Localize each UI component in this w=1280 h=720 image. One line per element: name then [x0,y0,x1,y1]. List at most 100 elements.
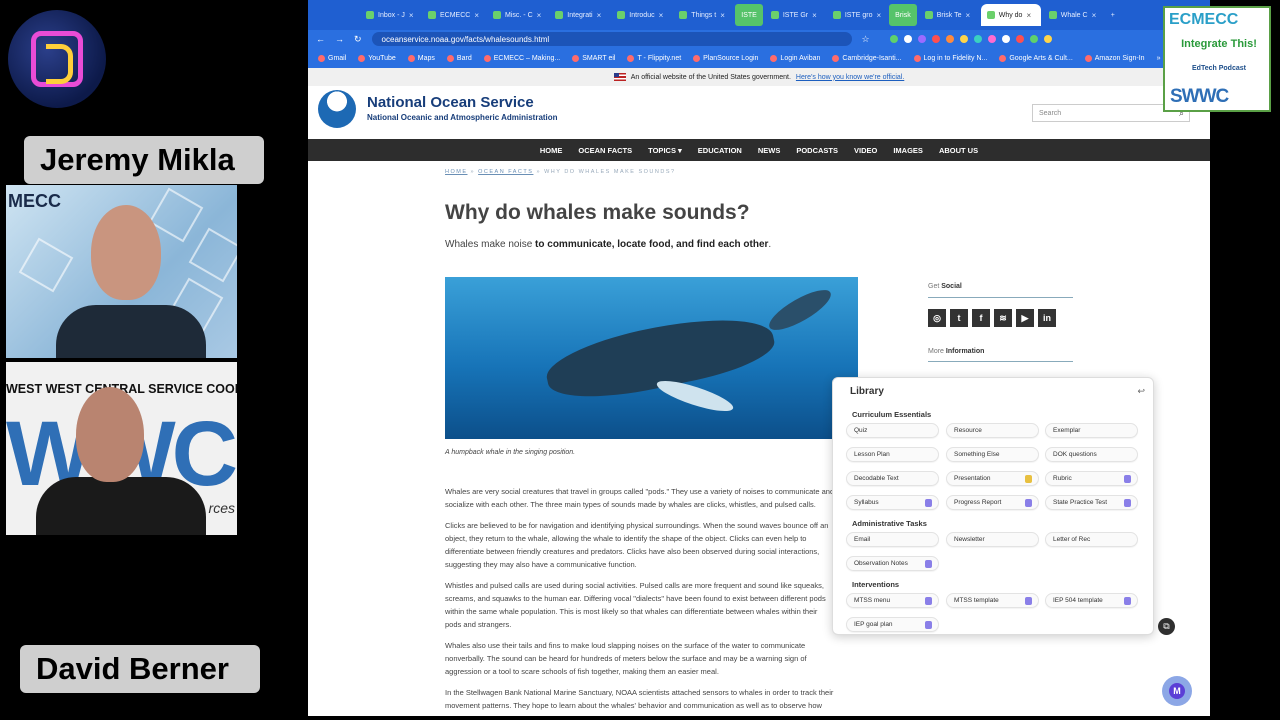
breadcrumb-ocean-facts[interactable]: OCEAN FACTS [478,169,533,175]
nav-item[interactable]: PODCASTS [796,146,838,155]
screenshot-icon[interactable]: ⧉ [1158,618,1175,635]
instagram-icon[interactable]: ◎ [928,309,946,327]
noaa-logo[interactable] [318,90,356,128]
nav-item[interactable]: IMAGES [893,146,923,155]
library-item[interactable]: MTSS template [946,593,1039,608]
bookmarks-overflow-button[interactable]: » [1157,55,1161,62]
library-item[interactable]: Lesson Plan [846,447,939,462]
bookmark-item[interactable]: PlanSource Login [693,54,758,62]
extension-icon[interactable] [889,35,898,43]
library-item[interactable]: MTSS menu [846,593,939,608]
library-item[interactable]: Letter of Rec [1045,532,1138,547]
gov-banner-link[interactable]: Here's how you know we're official. [796,74,904,81]
bookmark-item[interactable]: T - Flippity.net [627,54,681,62]
rss-icon[interactable]: ≋ [994,309,1012,327]
library-item[interactable]: Quiz [846,423,939,438]
tab-close-icon[interactable]: × [876,11,881,20]
linkedin-icon[interactable]: in [1038,309,1056,327]
extension-icon[interactable] [903,35,912,43]
library-item[interactable]: DOK questions [1045,447,1138,462]
bookmark-item[interactable]: Gmail [318,54,346,62]
bookmark-item[interactable]: YouTube [358,54,396,62]
browser-tab[interactable]: Misc. - C × [487,4,547,26]
library-item[interactable]: IEP goal plan [846,617,939,632]
tab-close-icon[interactable]: × [966,11,971,20]
bookmark-item[interactable]: Log in to Fidelity N... [913,54,987,62]
nav-item[interactable]: NEWS [758,146,781,155]
extension-icon[interactable] [1001,35,1010,43]
library-item[interactable]: Decodable Text [846,471,939,486]
browser-tab[interactable]: ISTE Gr × [765,4,825,26]
browser-tab[interactable]: Introduc × [611,4,671,26]
tab-close-icon[interactable]: × [1092,11,1097,20]
youtube-icon[interactable]: ▶ [1016,309,1034,327]
extension-icon[interactable] [987,35,996,43]
extension-icon[interactable] [1015,35,1024,43]
library-item[interactable]: Syllabus [846,495,939,510]
back-icon[interactable]: ← [316,34,325,44]
tab-close-icon[interactable]: × [812,11,817,20]
bookmark-item[interactable]: Login Aviban [770,54,820,62]
tab-close-icon[interactable]: × [659,11,664,20]
library-item[interactable]: Newsletter [946,532,1039,547]
browser-tab[interactable]: ECMECC × [422,4,485,26]
extension-icon[interactable] [917,35,926,43]
extension-icon[interactable] [1029,35,1038,43]
library-item[interactable]: State Practice Test [1045,495,1138,510]
brisk-button[interactable]: M [1162,676,1192,706]
tab-close-icon[interactable]: × [597,11,602,20]
library-item[interactable]: Observation Notes [846,556,939,571]
browser-tab[interactable]: Brisk [889,4,917,26]
tab-close-icon[interactable]: × [474,11,479,20]
bookmark-item[interactable]: SMART eil [572,54,615,62]
bookmark-item[interactable]: Cambridge-Isanti... [832,54,902,62]
library-item[interactable]: Presentation [946,471,1039,486]
reload-icon[interactable]: ↻ [354,34,362,45]
browser-tab[interactable]: Why do × [980,4,1041,26]
extension-icon[interactable] [931,35,940,43]
extension-icon[interactable] [1043,35,1052,43]
browser-tab[interactable]: ISTE [735,4,763,26]
forward-icon[interactable]: → [335,34,344,44]
extension-icon[interactable] [945,35,954,43]
bookmark-star-icon[interactable]: ☆ [862,34,870,45]
library-item[interactable]: IEP 504 template [1045,593,1138,608]
bookmark-item[interactable]: Bard [446,54,472,62]
new-tab-button[interactable]: + [1105,4,1165,26]
nav-item[interactable]: EDUCATION [698,146,742,155]
breadcrumb-home[interactable]: HOME [445,169,468,175]
nav-item[interactable]: HOME [540,146,563,155]
tab-close-icon[interactable]: × [1026,11,1031,20]
library-back-icon[interactable]: ↩ [1137,386,1145,397]
extension-icon[interactable] [959,35,968,43]
tab-close-icon[interactable]: × [537,11,542,20]
library-item[interactable]: Exemplar [1045,423,1138,438]
browser-tab[interactable]: Things t × [673,4,733,26]
library-item[interactable]: Email [846,532,939,547]
bookmark-item[interactable]: Google Arts & Cult... [999,54,1073,62]
site-title[interactable]: National Ocean Service [367,94,534,111]
browser-tab[interactable]: ISTE gro × [827,4,887,26]
facebook-icon[interactable]: f [972,309,990,327]
bookmark-item[interactable]: Maps [407,54,435,62]
extension-icon[interactable] [973,35,982,43]
nav-item[interactable]: OCEAN FACTS [578,146,632,155]
browser-tab[interactable]: Inbox - J × [360,4,420,26]
tab-close-icon[interactable]: × [409,11,414,20]
browser-tab[interactable]: Brisk Te × [919,4,979,26]
library-item[interactable]: Resource [946,423,1039,438]
tab-close-icon[interactable]: × [720,11,725,20]
library-item[interactable]: Rubric [1045,471,1138,486]
browser-tab[interactable]: Whale C × [1043,4,1103,26]
browser-tab[interactable]: Integrati × [549,4,609,26]
nav-item[interactable]: VIDEO [854,146,877,155]
presenter-name-tag: Jeremy Mikla [24,136,264,184]
library-item[interactable]: Progress Report [946,495,1039,510]
twitter-icon[interactable]: t [950,309,968,327]
nav-item[interactable]: TOPICS ▾ [648,146,682,155]
library-item[interactable]: Something Else [946,447,1039,462]
url-bar[interactable]: oceanservice.noaa.gov/facts/whalesounds.… [371,32,852,46]
bookmark-item[interactable]: ECMECC – Making... [483,54,560,62]
nav-item[interactable]: ABOUT US [939,146,978,155]
bookmark-item[interactable]: Amazon Sign-In [1084,54,1145,62]
